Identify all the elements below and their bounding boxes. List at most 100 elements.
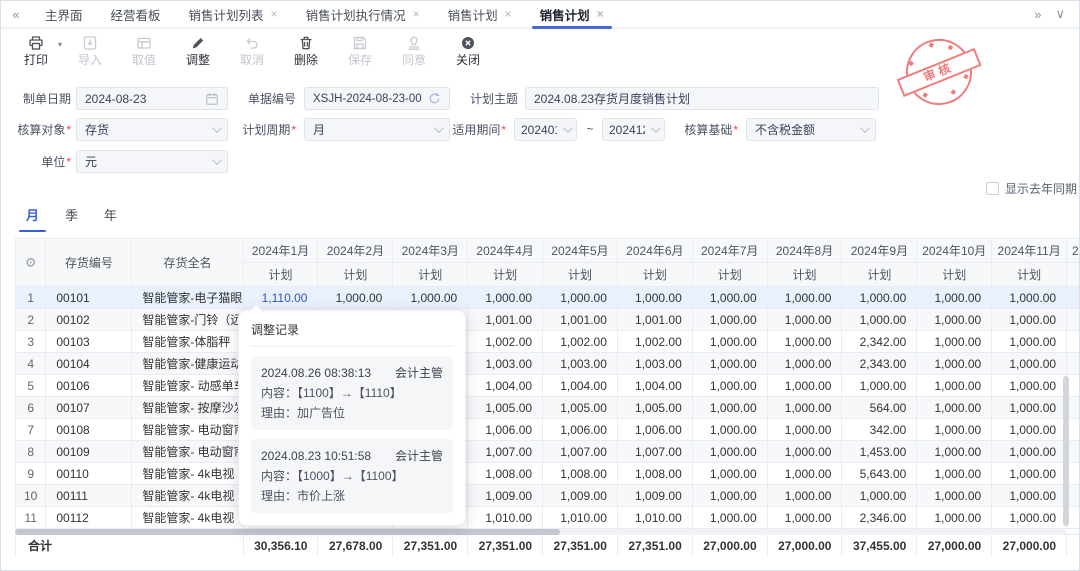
tabs-menu-icon[interactable]: ∨ xyxy=(1055,6,1065,22)
nav-tab-2[interactable]: 销售计划列表× xyxy=(175,1,292,27)
nav-tab-1[interactable]: 经营看板 xyxy=(97,1,175,27)
plan-value-cell[interactable]: 1,003.00 xyxy=(468,353,543,375)
取值-button[interactable]: 取值 xyxy=(129,34,159,66)
plan-value-cell[interactable]: 1,000.00 xyxy=(992,419,1067,441)
tab-close-icon[interactable]: × xyxy=(597,7,604,21)
nav-tab-5[interactable]: 销售计划× xyxy=(526,1,618,27)
plan-value-cell[interactable]: 1,007.00 xyxy=(617,441,692,463)
plan-value-cell[interactable]: 1,010.00 xyxy=(617,507,692,529)
tab-close-icon[interactable]: × xyxy=(505,7,512,21)
plan-value-cell[interactable]: 1,000.00 xyxy=(692,441,767,463)
plan-value-cell[interactable]: 1,010.00 xyxy=(543,507,618,529)
plan-value-cell[interactable]: 1,000.00 xyxy=(992,353,1067,375)
plan-value-cell[interactable]: 1,003.00 xyxy=(543,353,618,375)
plan-value-cell[interactable]: 1,000.00 xyxy=(692,419,767,441)
vertical-scrollbar-thumb[interactable] xyxy=(1063,376,1069,526)
打印-button[interactable]: 打印▾ xyxy=(21,34,51,66)
account-object-select[interactable]: 存货 xyxy=(76,118,228,141)
plan-value-cell[interactable]: 1,000.00 xyxy=(318,287,393,309)
period-tab-季[interactable]: 季 xyxy=(62,205,81,232)
item-code-cell[interactable]: 00106 xyxy=(46,375,132,397)
plan-value-cell[interactable]: 1,000.00 xyxy=(917,331,992,353)
table-row[interactable]: 1000111智能管家- 4k电视（45寸）1,009.001,009.001,… xyxy=(16,485,1080,507)
table-row[interactable]: 300103智能管家-体脂秤1,002.001,002.001,002.001,… xyxy=(16,331,1080,353)
item-name-cell[interactable]: 智能管家-门铃（远程提示） xyxy=(132,309,243,331)
plan-value-cell[interactable]: 1,000.00 xyxy=(992,485,1067,507)
删除-button[interactable]: 删除 xyxy=(291,34,321,66)
plan-value-cell[interactable]: 1,000.00 xyxy=(992,309,1067,331)
plan-value-cell[interactable]: 1,000.00 xyxy=(992,397,1067,419)
plan-value-cell[interactable]: 1,004.00 xyxy=(617,375,692,397)
plan-value-cell[interactable]: 1,006.00 xyxy=(543,419,618,441)
plan-value-cell[interactable]: 1,007.00 xyxy=(468,441,543,463)
table-row[interactable]: 700108智能管家- 电动窗帘杆1,006.001,006.001,006.0… xyxy=(16,419,1080,441)
plan-value-cell[interactable]: 1,005.00 xyxy=(468,397,543,419)
plan-value-cell[interactable]: 1,008.00 xyxy=(617,463,692,485)
plan-value-cell[interactable]: 1,004.00 xyxy=(543,375,618,397)
table-row[interactable]: 100101智能管家-电子猫眼1,110.001,000.001,000.001… xyxy=(16,287,1080,309)
plan-value-cell[interactable]: 2,346.00 xyxy=(842,507,917,529)
plan-value-cell[interactable]: 1,000.00 xyxy=(842,287,917,309)
item-name-cell[interactable]: 智能管家- 电动窗帘环索 xyxy=(132,441,243,463)
item-code-cell[interactable]: 00112 xyxy=(46,507,132,529)
取消-button[interactable]: 取消 xyxy=(237,34,267,66)
导入-button[interactable]: 导入 xyxy=(75,34,105,66)
plan-value-cell[interactable]: 1,000.00 xyxy=(692,375,767,397)
item-name-cell[interactable]: 智能管家- 4k电视（45寸） xyxy=(132,485,243,507)
plan-value-cell[interactable]: 1,002.00 xyxy=(468,331,543,353)
nav-tab-4[interactable]: 销售计划× xyxy=(434,1,526,27)
plan-value-cell[interactable]: 1,000.00 xyxy=(992,287,1067,309)
plan-value-cell[interactable]: 1,000.00 xyxy=(692,485,767,507)
item-name-cell[interactable]: 智能管家-电子猫眼 xyxy=(132,287,243,309)
plan-value-cell[interactable]: 1,000.00 xyxy=(767,485,842,507)
调整-button[interactable]: 调整 xyxy=(183,34,213,66)
apply-range-to-select[interactable]: 202412 xyxy=(602,118,665,141)
tab-close-icon[interactable]: × xyxy=(413,7,420,21)
plan-value-cell[interactable]: 1,003.00 xyxy=(617,353,692,375)
plan-value-cell[interactable]: 1,004.00 xyxy=(468,375,543,397)
plan-value-cell[interactable]: 1,000.00 xyxy=(917,507,992,529)
plan-value-cell[interactable]: 1,000.00 xyxy=(692,397,767,419)
plan-value-cell[interactable]: 1,000.00 xyxy=(992,463,1067,485)
nav-tab-0[interactable]: 主界面 xyxy=(31,1,97,27)
table-row[interactable]: 200102智能管家-门铃（远程提示）1,001.001,001.001,001… xyxy=(16,309,1080,331)
plan-value-cell[interactable]: 1,000.00 xyxy=(992,441,1067,463)
plan-value-cell[interactable]: 1,007.00 xyxy=(543,441,618,463)
apply-range-from-select[interactable]: 202401 xyxy=(514,118,577,141)
item-code-cell[interactable]: 00101 xyxy=(46,287,132,309)
plan-value-cell[interactable]: 1,000.00 xyxy=(842,485,917,507)
plan-value-cell[interactable]: 1,006.00 xyxy=(617,419,692,441)
plan-value-cell[interactable]: 1,000.00 xyxy=(917,485,992,507)
plan-value-cell[interactable]: 1,000.00 xyxy=(692,507,767,529)
table-row[interactable]: 400104智能管家-健康运动手环1,003.001,003.001,003.0… xyxy=(16,353,1080,375)
plan-value-cell[interactable]: 1,001.00 xyxy=(543,309,618,331)
item-name-cell[interactable]: 智能管家-健康运动手环 xyxy=(132,353,243,375)
关闭-button[interactable]: 关闭 xyxy=(453,34,483,66)
plan-value-cell[interactable]: 1,000.00 xyxy=(767,419,842,441)
plan-value-cell[interactable]: 1,000.00 xyxy=(917,287,992,309)
basis-select[interactable]: 不含税金额 xyxy=(746,118,876,141)
plan-value-cell[interactable]: 2,343.00 xyxy=(842,353,917,375)
plan-value-cell[interactable]: 1,000.00 xyxy=(917,397,992,419)
plan-value-cell[interactable]: 1,000.00 xyxy=(917,353,992,375)
plan-value-cell[interactable]: 1,005.00 xyxy=(543,397,618,419)
plan-value-cell[interactable]: 1,000.00 xyxy=(767,353,842,375)
refresh-icon[interactable] xyxy=(428,92,441,105)
table-row[interactable]: 1100112智能管家- 4k电视（40寸）1,121.001,010.001,… xyxy=(16,507,1080,529)
plan-value-cell[interactable]: 1,000.00 xyxy=(767,375,842,397)
plan-value-cell[interactable]: 1,002.00 xyxy=(543,331,618,353)
plan-subject-input[interactable]: 2024.08.23存货月度销售计划 xyxy=(525,87,879,110)
plan-value-cell[interactable]: 1,006.00 xyxy=(468,419,543,441)
plan-value-cell[interactable]: 1,000.00 xyxy=(767,507,842,529)
同意-button[interactable]: 同意 xyxy=(399,34,429,66)
checkbox-icon[interactable] xyxy=(986,182,999,195)
plan-value-cell[interactable] xyxy=(1067,331,1080,353)
doc-no-input[interactable]: XSJH-2024-08-23-00003 xyxy=(304,87,450,110)
plan-value-cell[interactable]: 1,000.00 xyxy=(543,287,618,309)
dropdown-caret-icon[interactable]: ▾ xyxy=(58,40,62,49)
plan-value-cell[interactable] xyxy=(1067,287,1080,309)
plan-value-cell[interactable]: 1,001.00 xyxy=(468,309,543,331)
plan-value-cell[interactable]: 1,000.00 xyxy=(917,419,992,441)
plan-value-cell[interactable] xyxy=(1067,353,1080,375)
plan-value-cell[interactable]: 1,000.00 xyxy=(468,287,543,309)
